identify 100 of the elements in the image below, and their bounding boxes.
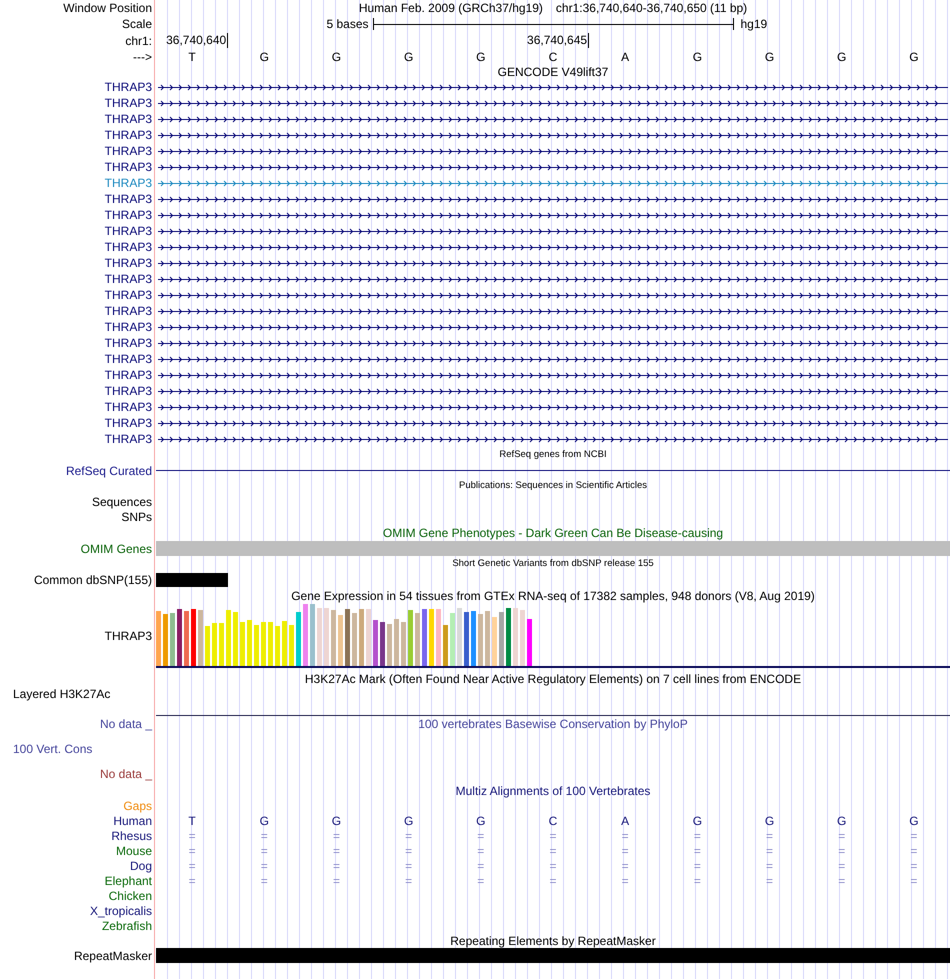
expression-bar[interactable] xyxy=(219,623,224,666)
expression-bar[interactable] xyxy=(373,620,378,666)
gene-label[interactable]: THRAP3 xyxy=(104,432,152,446)
expression-bar[interactable] xyxy=(163,614,168,666)
snp-feature-bar[interactable] xyxy=(156,572,228,586)
gene-label[interactable]: THRAP3 xyxy=(104,352,152,366)
expression-bar[interactable] xyxy=(527,619,532,666)
transcript-line[interactable] xyxy=(158,212,948,218)
track-label[interactable]: OMIM Genes xyxy=(80,542,152,556)
expression-bar[interactable] xyxy=(177,609,182,666)
transcript-line[interactable] xyxy=(158,356,948,362)
expression-bar[interactable] xyxy=(296,612,301,666)
expression-bar[interactable] xyxy=(226,610,231,666)
expression-bar[interactable] xyxy=(317,608,322,666)
gene-label[interactable]: THRAP3 xyxy=(104,416,152,430)
expression-bar[interactable] xyxy=(366,609,371,666)
expression-bar[interactable] xyxy=(415,613,420,666)
repeat-feature-bar[interactable] xyxy=(156,948,950,963)
expression-bar[interactable] xyxy=(247,620,252,666)
expression-bar[interactable] xyxy=(387,624,392,666)
gene-label[interactable]: THRAP3 xyxy=(104,336,152,350)
gene-label[interactable]: THRAP3 xyxy=(104,224,152,238)
expression-bar[interactable] xyxy=(310,604,315,666)
expression-bar[interactable] xyxy=(191,609,196,666)
transcript-line[interactable] xyxy=(158,228,948,234)
transcript-line[interactable] xyxy=(158,308,948,314)
track-label[interactable]: RepeatMasker xyxy=(74,948,152,962)
expression-bar[interactable] xyxy=(478,614,483,666)
transcript-line[interactable] xyxy=(158,404,948,410)
gene-label[interactable]: THRAP3 xyxy=(104,112,152,126)
expression-bar[interactable] xyxy=(338,615,343,666)
track-label[interactable]: SNPs xyxy=(121,510,152,524)
expression-bar[interactable] xyxy=(170,613,175,666)
expression-bar[interactable] xyxy=(261,622,266,666)
expression-bar[interactable] xyxy=(282,621,287,666)
gene-label[interactable]: THRAP3 xyxy=(104,96,152,110)
track-label[interactable]: Sequences xyxy=(92,494,152,508)
expression-bar[interactable] xyxy=(359,609,364,666)
transcript-line[interactable] xyxy=(158,244,948,250)
transcript-line[interactable] xyxy=(158,164,948,170)
expression-bar[interactable] xyxy=(443,625,448,666)
track-label[interactable]: 100 Vert. Cons xyxy=(13,742,92,756)
expression-bar[interactable] xyxy=(499,612,504,666)
transcript-line[interactable] xyxy=(158,436,948,442)
expression-bar[interactable] xyxy=(205,626,210,666)
gene-label[interactable]: THRAP3 xyxy=(104,144,152,158)
feature-bar[interactable] xyxy=(156,541,950,556)
expression-bar[interactable] xyxy=(506,608,511,666)
expression-bar[interactable] xyxy=(352,613,357,666)
expression-bar[interactable] xyxy=(254,625,259,666)
gene-label[interactable]: THRAP3 xyxy=(104,629,152,643)
expression-bar[interactable] xyxy=(233,612,238,666)
track-label[interactable]: Common dbSNP(155) xyxy=(34,572,152,586)
gene-label[interactable]: THRAP3 xyxy=(104,304,152,318)
gene-label[interactable]: THRAP3 xyxy=(104,400,152,414)
expression-bar[interactable] xyxy=(401,622,406,666)
expression-bar[interactable] xyxy=(450,613,455,666)
expression-bar[interactable] xyxy=(457,608,462,666)
transcript-line[interactable] xyxy=(158,292,948,298)
transcript-line[interactable] xyxy=(158,116,948,122)
expression-bar[interactable] xyxy=(485,611,490,666)
expression-bar[interactable] xyxy=(520,610,525,666)
gene-label[interactable]: THRAP3 xyxy=(104,320,152,334)
transcript-line[interactable] xyxy=(158,84,948,90)
transcript-line[interactable] xyxy=(158,148,948,154)
transcript-line[interactable] xyxy=(158,260,948,266)
expression-bar[interactable] xyxy=(324,608,329,666)
expression-bar[interactable] xyxy=(303,604,308,666)
expression-bar[interactable] xyxy=(156,611,161,666)
expression-bar[interactable] xyxy=(212,623,217,666)
transcript-line[interactable] xyxy=(158,100,948,106)
transcript-line[interactable] xyxy=(158,132,948,138)
expression-bar[interactable] xyxy=(345,609,350,666)
transcript-line[interactable] xyxy=(158,340,948,346)
gene-label[interactable]: THRAP3 xyxy=(104,160,152,174)
expression-bar[interactable] xyxy=(380,622,385,666)
track-label[interactable]: RefSeq Curated xyxy=(66,464,152,478)
expression-bar[interactable] xyxy=(471,611,476,666)
gene-label[interactable]: THRAP3 xyxy=(104,288,152,302)
transcript-line[interactable] xyxy=(158,420,948,426)
expression-bar[interactable] xyxy=(198,610,203,666)
gene-label[interactable]: THRAP3 xyxy=(104,208,152,222)
gene-label[interactable]: THRAP3 xyxy=(104,256,152,270)
expression-bar[interactable] xyxy=(492,617,497,666)
expression-bar[interactable] xyxy=(331,610,336,666)
expression-bar[interactable] xyxy=(429,609,434,666)
track-label[interactable]: Layered H3K27Ac xyxy=(13,687,110,701)
gene-label[interactable]: THRAP3 xyxy=(104,128,152,142)
transcript-line[interactable] xyxy=(158,196,948,202)
expression-bar[interactable] xyxy=(394,619,399,666)
gene-label[interactable]: THRAP3 xyxy=(104,192,152,206)
transcript-line[interactable] xyxy=(158,324,948,330)
transcript-line[interactable] xyxy=(158,388,948,394)
expression-bar[interactable] xyxy=(513,608,518,666)
gene-line[interactable] xyxy=(156,470,950,471)
expression-bar[interactable] xyxy=(240,622,245,666)
gene-label[interactable]: THRAP3 xyxy=(104,80,152,94)
expression-bar[interactable] xyxy=(422,609,427,666)
gene-label[interactable]: THRAP3 xyxy=(104,384,152,398)
expression-bar[interactable] xyxy=(275,626,280,666)
